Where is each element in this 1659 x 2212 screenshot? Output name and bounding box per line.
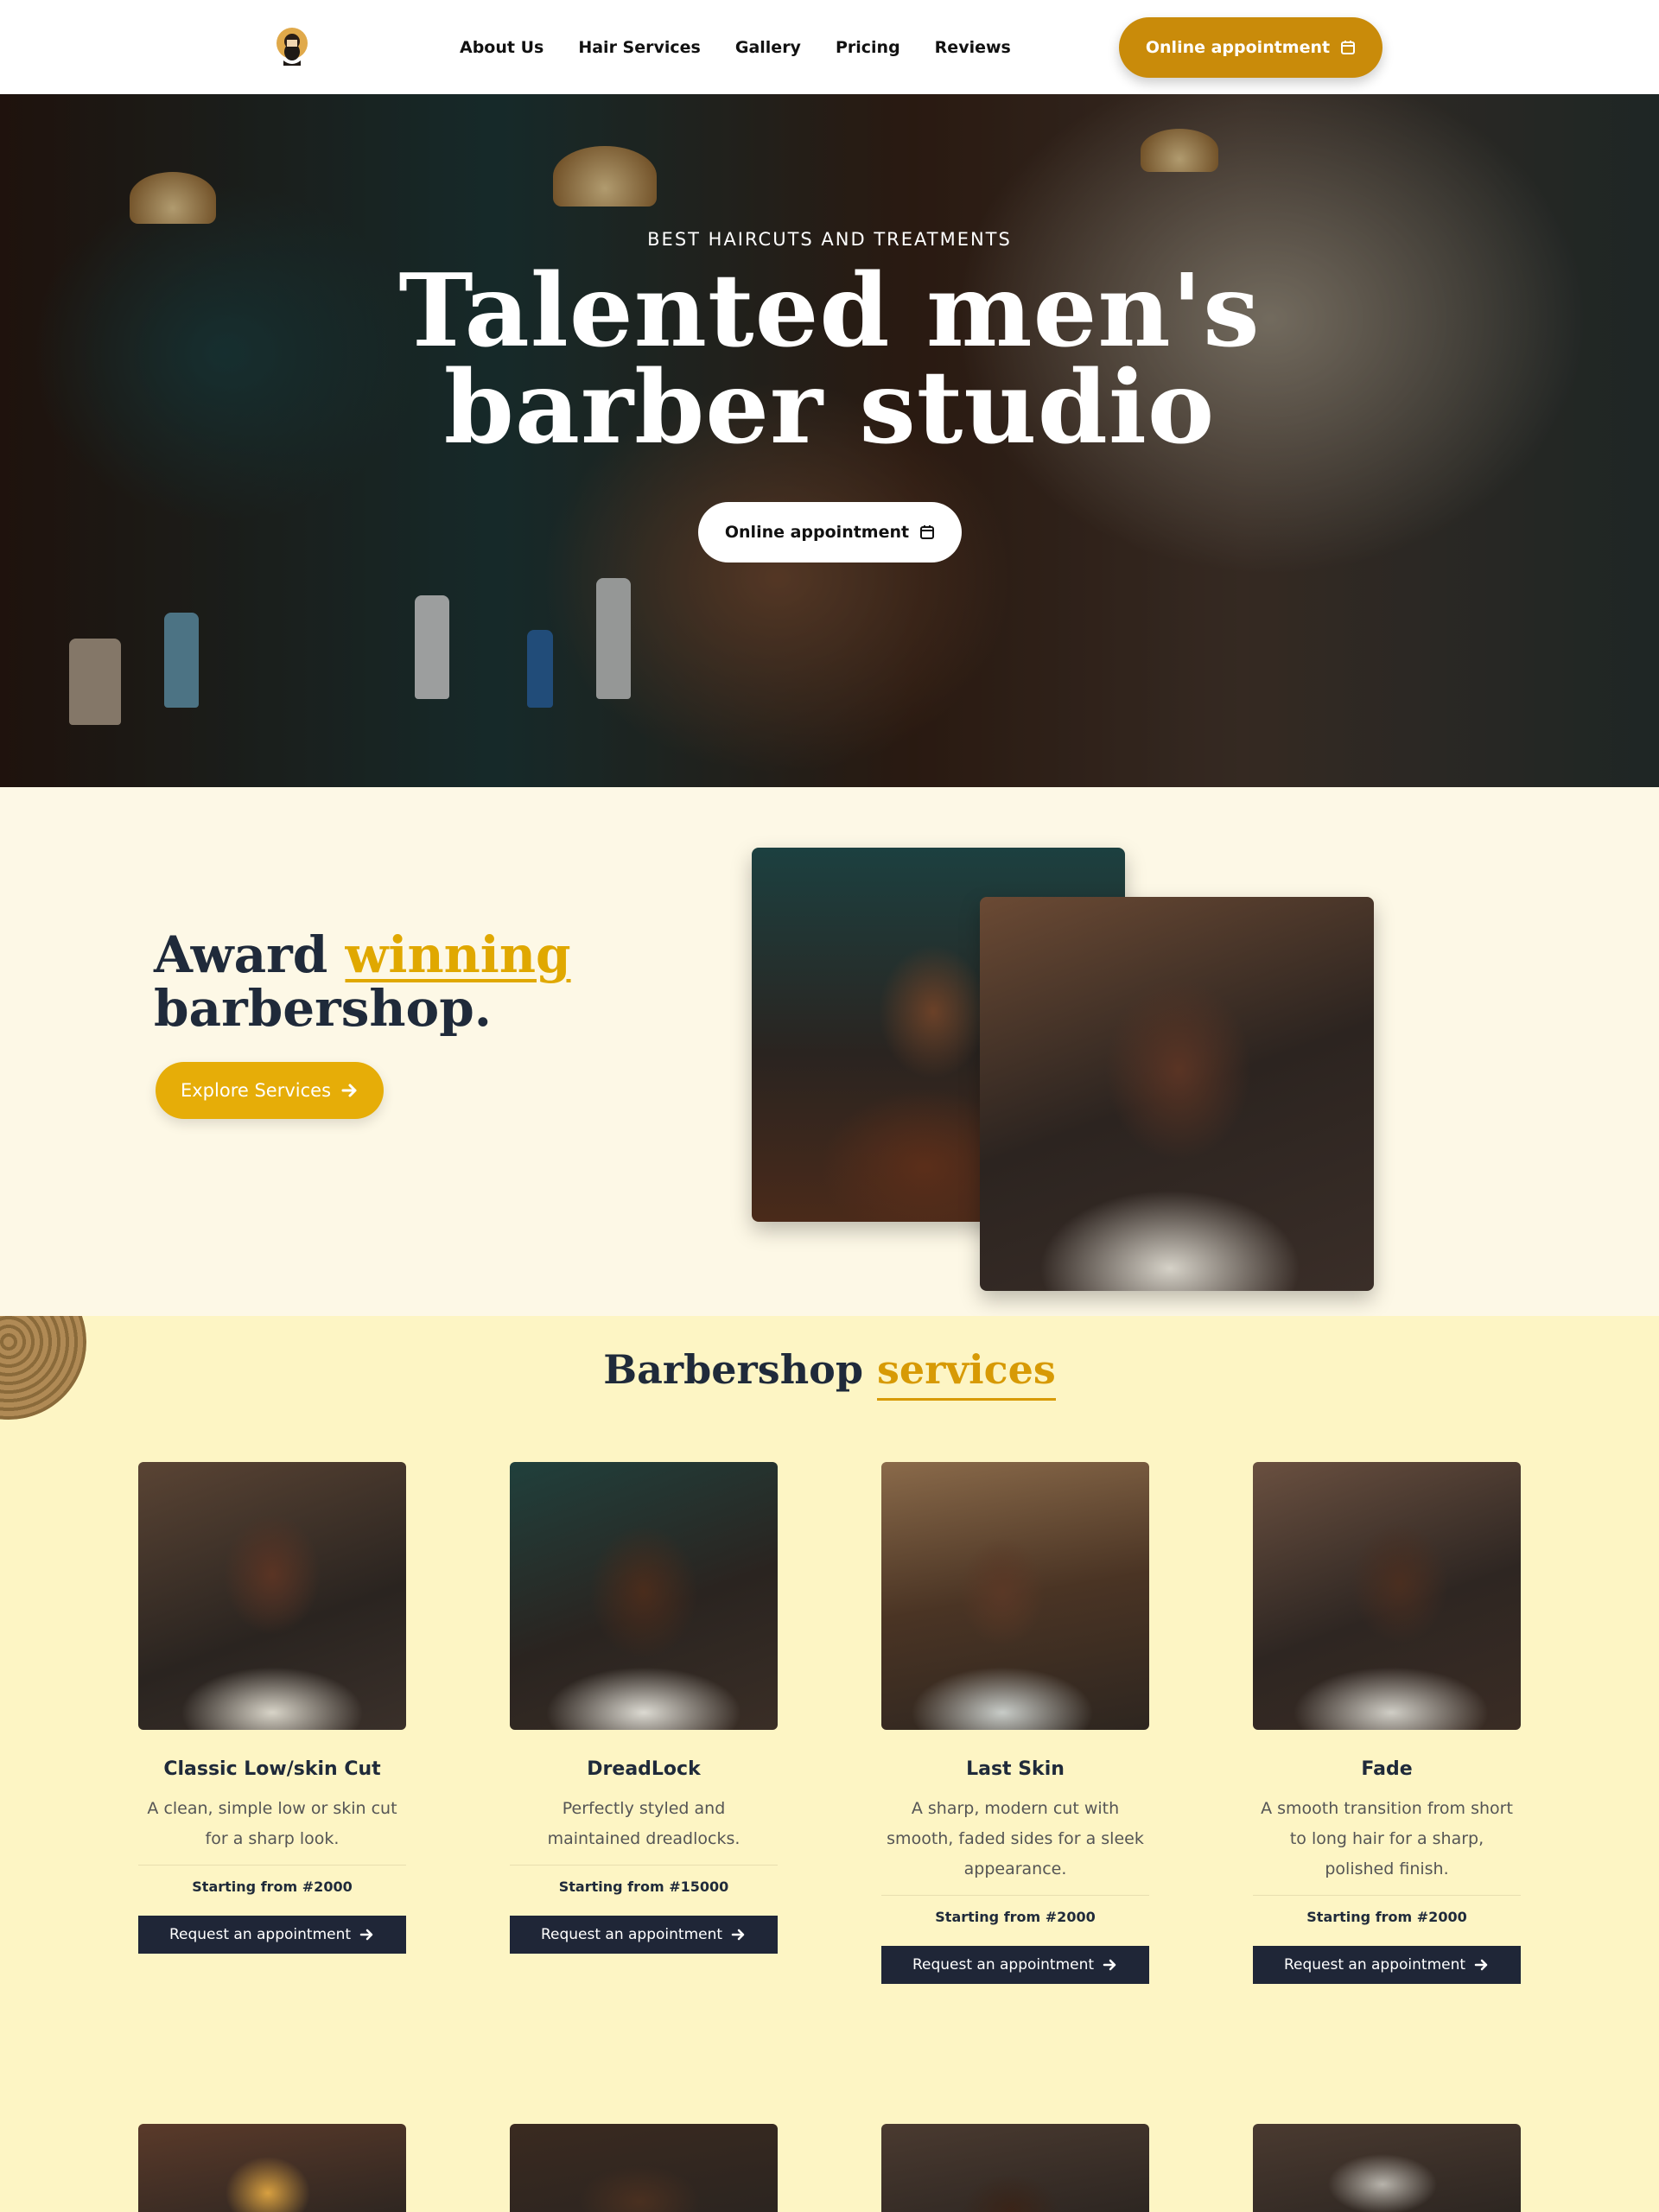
hero-eyebrow: BEST HAIRCUTS AND TREATMENTS (647, 229, 1012, 250)
hero-section: BEST HAIRCUTS AND TREATMENTS Talented me… (0, 94, 1659, 787)
service-description: Perfectly styled and maintained dreadloc… (547, 1799, 741, 1848)
request-appointment-button[interactable]: Request an appointment (510, 1916, 778, 1954)
nav-links: About Us Hair Services Gallery Pricing R… (460, 33, 1046, 62)
service-name: Last Skin (966, 1758, 1065, 1780)
hero-title: Talented men's barber studio (0, 252, 1659, 467)
nav-link-pricing[interactable]: Pricing (836, 33, 900, 62)
request-appointment-label: Request an appointment (912, 1956, 1095, 1974)
services-section: Barbershop services Classic Low/skin Cut… (0, 1316, 1659, 2212)
request-appointment-button[interactable]: Request an appointment (138, 1916, 406, 1954)
service-name: Classic Low/skin Cut (163, 1758, 381, 1780)
service-description: A smooth transition from short to long h… (1261, 1799, 1513, 1878)
client-portrait-photo (980, 897, 1374, 1291)
service-price: Starting from #15000 (510, 1865, 778, 1897)
service-image (510, 1462, 778, 1730)
award-title: Award winning barbershop. (154, 928, 571, 1035)
service-image-next-row (881, 2124, 1149, 2212)
hero-appointment-label: Online appointment (724, 523, 910, 542)
service-card: DreadLock Perfectly styled and maintaine… (510, 1462, 778, 1954)
service-description: A clean, simple low or skin cut for a sh… (147, 1799, 397, 1848)
arrow-right-icon (341, 1083, 359, 1098)
service-description: A sharp, modern cut with smooth, faded s… (887, 1799, 1144, 1878)
award-title-highlight: winning (345, 925, 571, 984)
service-image (1253, 1462, 1521, 1730)
arrow-right-icon (1474, 1958, 1490, 1972)
award-title-part2: barbershop. (154, 979, 492, 1038)
arrow-right-icon (1103, 1958, 1118, 1972)
service-card: Last Skin A sharp, modern cut with smoot… (881, 1462, 1149, 1984)
hero-title-line1: Talented men's (398, 252, 1261, 370)
calendar-icon (1340, 40, 1356, 55)
online-appointment-label: Online appointment (1145, 38, 1331, 57)
service-image (138, 1462, 406, 1730)
service-price: Starting from #2000 (881, 1895, 1149, 1927)
barber-logo-icon[interactable] (275, 26, 309, 67)
nav-link-reviews[interactable]: Reviews (935, 33, 1011, 62)
calendar-icon (919, 524, 935, 540)
request-appointment-label: Request an appointment (540, 1926, 723, 1943)
service-image-next-row (138, 2124, 406, 2212)
services-title-part1: Barbershop (603, 1346, 863, 1393)
service-price: Starting from #2000 (138, 1865, 406, 1897)
request-appointment-button[interactable]: Request an appointment (1253, 1946, 1521, 1984)
service-image-next-row (1253, 2124, 1521, 2212)
request-appointment-label: Request an appointment (1283, 1956, 1466, 1974)
service-name: Fade (1361, 1758, 1413, 1780)
service-image-next-row (510, 2124, 778, 2212)
service-card: Classic Low/skin Cut A clean, simple low… (138, 1462, 406, 1954)
services-title: Barbershop services (0, 1346, 1659, 1401)
request-appointment-button[interactable]: Request an appointment (881, 1946, 1149, 1984)
arrow-right-icon (731, 1928, 747, 1942)
explore-services-label: Explore Services (180, 1080, 332, 1101)
nav-link-hair-services[interactable]: Hair Services (578, 33, 701, 62)
top-navbar: About Us Hair Services Gallery Pricing R… (0, 0, 1659, 95)
service-price: Starting from #2000 (1253, 1895, 1521, 1927)
award-section: Award winning barbershop. Explore Servic… (0, 787, 1659, 1316)
hero-appointment-button[interactable]: Online appointment (698, 502, 962, 563)
service-name: DreadLock (587, 1758, 701, 1780)
service-image (881, 1462, 1149, 1730)
hero-title-line2: barber studio (443, 349, 1216, 467)
service-card: Fade A smooth transition from short to l… (1253, 1462, 1521, 1984)
explore-services-button[interactable]: Explore Services (156, 1062, 384, 1119)
online-appointment-button[interactable]: Online appointment (1119, 17, 1382, 78)
nav-link-about-us[interactable]: About Us (460, 33, 543, 62)
nav-link-gallery[interactable]: Gallery (735, 33, 801, 62)
services-title-highlight: services (877, 1346, 1056, 1401)
award-title-part1: Award (154, 925, 328, 984)
request-appointment-label: Request an appointment (168, 1926, 352, 1943)
arrow-right-icon (359, 1928, 375, 1942)
